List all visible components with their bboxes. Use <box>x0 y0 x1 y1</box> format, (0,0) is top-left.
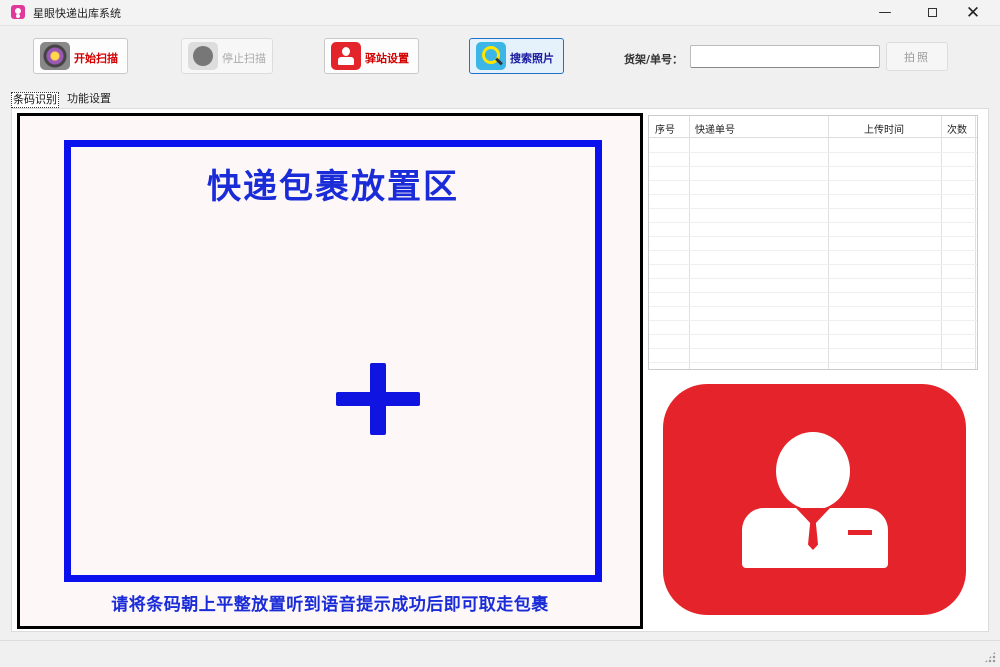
start-scan-button[interactable]: 开始扫描 <box>33 38 128 74</box>
search-photos-button[interactable]: 搜索照片 <box>469 38 564 74</box>
placement-frame: 快递包裹放置区 <box>64 140 602 582</box>
scan-preview-area: 快递包裹放置区 请将条码朝上平整放置听到语音提示成功后即可取走包裹 <box>17 113 643 629</box>
minimize-button[interactable]: — <box>862 0 908 26</box>
app-icon <box>11 5 25 19</box>
stop-scan-label: 停止扫描 <box>222 52 266 65</box>
maximize-icon <box>927 8 937 17</box>
column-header-index[interactable]: 序号 <box>655 121 675 136</box>
plus-icon <box>336 363 420 435</box>
take-photo-button[interactable]: 拍照 <box>886 42 948 71</box>
courier-person-icon <box>663 384 966 615</box>
placement-instruction: 请将条码朝上平整放置听到语音提示成功后即可取走包裹 <box>111 595 549 615</box>
station-settings-label: 驿站设置 <box>365 52 409 65</box>
column-header-tracking-number[interactable]: 快递单号 <box>695 121 735 136</box>
station-settings-button[interactable]: 驿站设置 <box>324 38 419 74</box>
shelf-number-input[interactable] <box>690 45 880 68</box>
start-scan-label: 开始扫描 <box>74 52 118 65</box>
maximize-button[interactable] <box>909 0 955 26</box>
close-button[interactable]: ✕ <box>950 0 996 26</box>
records-grid[interactable]: 序号 快递单号 上传时间 次数 <box>648 115 978 370</box>
column-header-upload-time[interactable]: 上传时间 <box>864 121 904 136</box>
stop-icon <box>188 42 218 70</box>
shelf-number-label: 货架/单号： <box>624 53 684 66</box>
status-bar <box>0 640 1000 667</box>
placement-title: 快递包裹放置区 <box>207 167 459 207</box>
grid-header: 序号 快递单号 上传时间 次数 <box>649 116 977 138</box>
stop-scan-button[interactable]: 停止扫描 <box>181 38 273 74</box>
resize-grip-icon[interactable] <box>984 651 996 663</box>
title-bar: 星眼快递出库系统 — ✕ <box>0 0 1000 26</box>
column-header-count[interactable]: 次数 <box>947 121 967 136</box>
courier-image-area <box>647 375 981 627</box>
tab-barcode-recognition[interactable]: 条码识别 <box>11 92 59 108</box>
window-title: 星眼快递出库系统 <box>33 7 121 20</box>
search-icon <box>476 42 506 70</box>
camera-lens-icon <box>40 42 70 70</box>
tab-function-settings[interactable]: 功能设置 <box>67 92 111 108</box>
search-photos-label: 搜索照片 <box>510 52 554 65</box>
person-icon <box>331 42 361 70</box>
